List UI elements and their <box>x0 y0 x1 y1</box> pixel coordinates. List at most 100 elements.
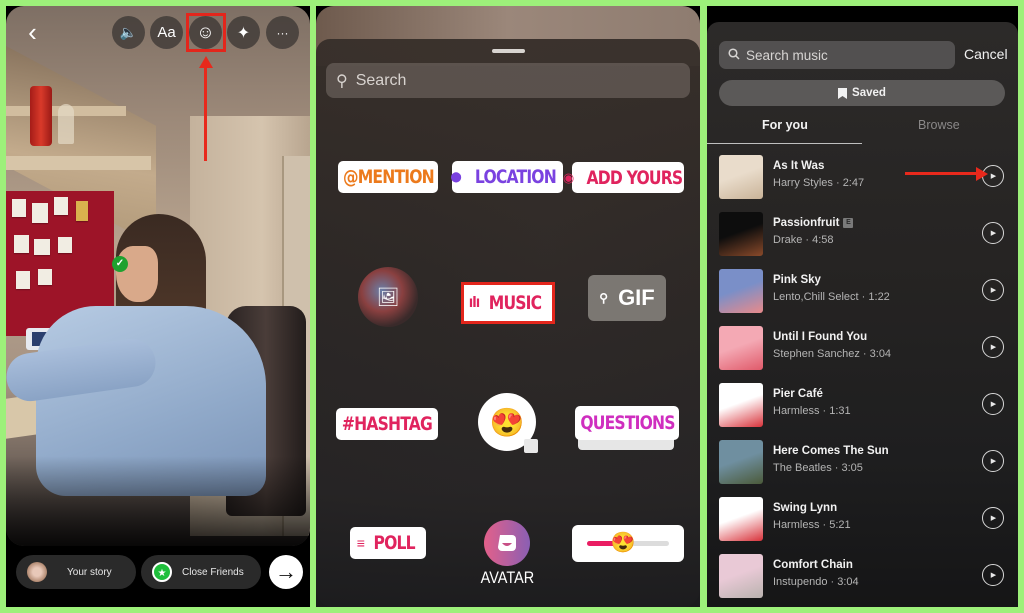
checkmark-icon: ✓ <box>112 256 128 272</box>
add-yours-sticker[interactable]: ◉ ADD YOURS <box>563 162 684 193</box>
track-artist: Harry Styles <box>773 177 833 189</box>
separator: · <box>832 177 843 189</box>
track-artist-duration: Harmless · 1:31 <box>773 405 851 417</box>
track-artist: Drake <box>773 234 803 246</box>
hashtag-sticker[interactable]: #HASHTAG <box>336 408 438 440</box>
saved-button[interactable]: Saved <box>719 80 1005 106</box>
play-icon: ▶ <box>990 458 997 465</box>
location-sticker[interactable]: ⬤ LOCATION <box>450 161 563 193</box>
album-art <box>719 554 763 598</box>
poll-sticker[interactable]: ≡ POLL <box>350 527 426 559</box>
location-pin-icon: ⬤ <box>450 171 462 183</box>
play-button[interactable]: ▶ <box>982 279 1004 301</box>
sticker-tray-panel: ⚲ Search @MENTION ⬤ LOCATION ◉ ADD YOURS… <box>316 6 700 607</box>
separator: · <box>827 576 838 588</box>
search-icon <box>728 47 740 63</box>
cancel-button[interactable]: Cancel <box>964 46 1008 62</box>
track-duration: 1:31 <box>829 405 851 417</box>
track-title: Pink Sky <box>773 274 821 286</box>
track-row[interactable]: Pink Sky Lento,Chill Select · 1:22 ▶ <box>719 269 1009 313</box>
album-art <box>719 440 763 484</box>
track-row[interactable]: Pier Café Harmless · 1:31 ▶ <box>719 383 1009 427</box>
track-artist: Instupendo <box>773 576 828 588</box>
track-row[interactable]: Until I Found You Stephen Sanchez · 3:04 ▶ <box>719 326 1009 370</box>
play-button[interactable]: ▶ <box>982 564 1004 586</box>
track-title-text: Swing Lynn <box>773 502 838 514</box>
track-row[interactable]: Passionfruit E Drake · 4:58 ▶ <box>719 212 1009 256</box>
chips-can <box>30 86 52 146</box>
track-title: Passionfruit E <box>773 217 854 229</box>
play-icon: ▶ <box>990 515 997 522</box>
poll-label: POLL <box>373 532 415 554</box>
poll-lines-icon: ≡ <box>356 535 365 551</box>
track-title-text: Until I Found You <box>773 331 868 343</box>
close-friends-button[interactable]: ★ Close Friends <box>141 555 261 589</box>
mention-sticker[interactable]: @MENTION <box>338 161 438 193</box>
track-title: As It Was <box>773 160 824 172</box>
sticker-search-input[interactable]: ⚲ Search <box>326 63 690 98</box>
slider-track: 😍 <box>587 532 669 554</box>
track-artist: Stephen Sanchez <box>773 348 860 360</box>
annotation-arrow-line <box>905 172 980 175</box>
star-icon: ★ <box>152 562 172 582</box>
location-label: LOCATION <box>474 166 557 188</box>
text-button[interactable]: Aa <box>150 16 183 49</box>
emoji-reaction-sticker[interactable]: 😍 <box>478 393 538 453</box>
tab-for-you[interactable]: For you <box>762 118 808 132</box>
play-button[interactable]: ▶ <box>982 507 1004 529</box>
play-button[interactable]: ▶ <box>982 222 1004 244</box>
heart-eyes-emoji-icon: 😍 <box>489 406 525 438</box>
tab-browse[interactable]: Browse <box>918 118 960 132</box>
avatar-sticker[interactable] <box>484 520 530 566</box>
questions-sticker[interactable]: QUESTIONS <box>575 406 679 440</box>
camera-icon: ◉ <box>562 169 575 185</box>
gif-label: GIF <box>618 285 655 310</box>
track-title: Swing Lynn <box>773 502 837 514</box>
play-icon: ▶ <box>990 344 997 351</box>
album-art <box>719 383 763 427</box>
track-row[interactable]: Here Comes The Sun The Beatles · 3:05 ▶ <box>719 440 1009 484</box>
play-button[interactable]: ▶ <box>982 336 1004 358</box>
play-button[interactable]: ▶ <box>982 450 1004 472</box>
track-title: Pier Café <box>773 388 823 400</box>
play-icon: ▶ <box>990 287 997 294</box>
photo-sticker[interactable]: 🖼 <box>358 267 418 327</box>
track-duration: 2:47 <box>842 177 865 189</box>
track-row[interactable]: Swing Lynn Harmless · 5:21 ▶ <box>719 497 1009 541</box>
text-icon: Aa <box>157 24 176 41</box>
effects-button[interactable]: ✦ <box>227 16 260 49</box>
play-icon: ▶ <box>990 572 997 579</box>
separator: · <box>819 405 830 417</box>
track-artist-duration: The Beatles · 3:05 <box>773 462 863 474</box>
sound-button[interactable]: 🔈 <box>112 16 145 49</box>
track-duration: 3:04 <box>837 576 859 588</box>
track-artist: Harmless <box>773 519 820 531</box>
track-row[interactable]: As It Was Harry Styles · 2:47 ▶ <box>719 155 1009 199</box>
separator: · <box>802 234 813 246</box>
track-title-text: As It Was <box>773 160 825 172</box>
album-art <box>719 212 763 256</box>
chevron-left-icon: ‹ <box>28 17 37 47</box>
track-duration: 5:21 <box>829 519 851 531</box>
music-picker-panel: Search music Cancel Saved For you Browse… <box>707 6 1018 607</box>
next-button[interactable]: → <box>269 555 303 589</box>
music-search-input[interactable]: Search music <box>719 41 955 69</box>
gif-sticker[interactable]: ⚲ GIF <box>588 275 666 321</box>
play-button[interactable]: ▶ <box>982 393 1004 415</box>
arrow-right-icon: → <box>275 559 297 584</box>
sticker-highlight-box <box>186 13 226 52</box>
search-icon: ⚲ <box>336 72 348 90</box>
separator: · <box>858 291 869 303</box>
your-story-button[interactable]: Your story <box>16 555 136 589</box>
track-title: Until I Found You <box>773 331 867 343</box>
more-button[interactable]: ··· <box>266 16 299 49</box>
track-duration: 1:22 <box>868 291 890 303</box>
track-row[interactable]: Comfort Chain Instupendo · 3:04 ▶ <box>719 554 1009 598</box>
sheet-grabber[interactable] <box>492 49 525 53</box>
emoji-slider-sticker[interactable]: 😍 <box>572 525 684 562</box>
track-artist-duration: Lento,Chill Select · 1:22 <box>773 291 890 303</box>
annotation-arrow-up-icon <box>199 56 213 68</box>
search-placeholder: Search music <box>746 47 828 63</box>
back-button[interactable]: ‹ <box>16 16 49 49</box>
track-title: Comfort Chain <box>773 559 853 571</box>
